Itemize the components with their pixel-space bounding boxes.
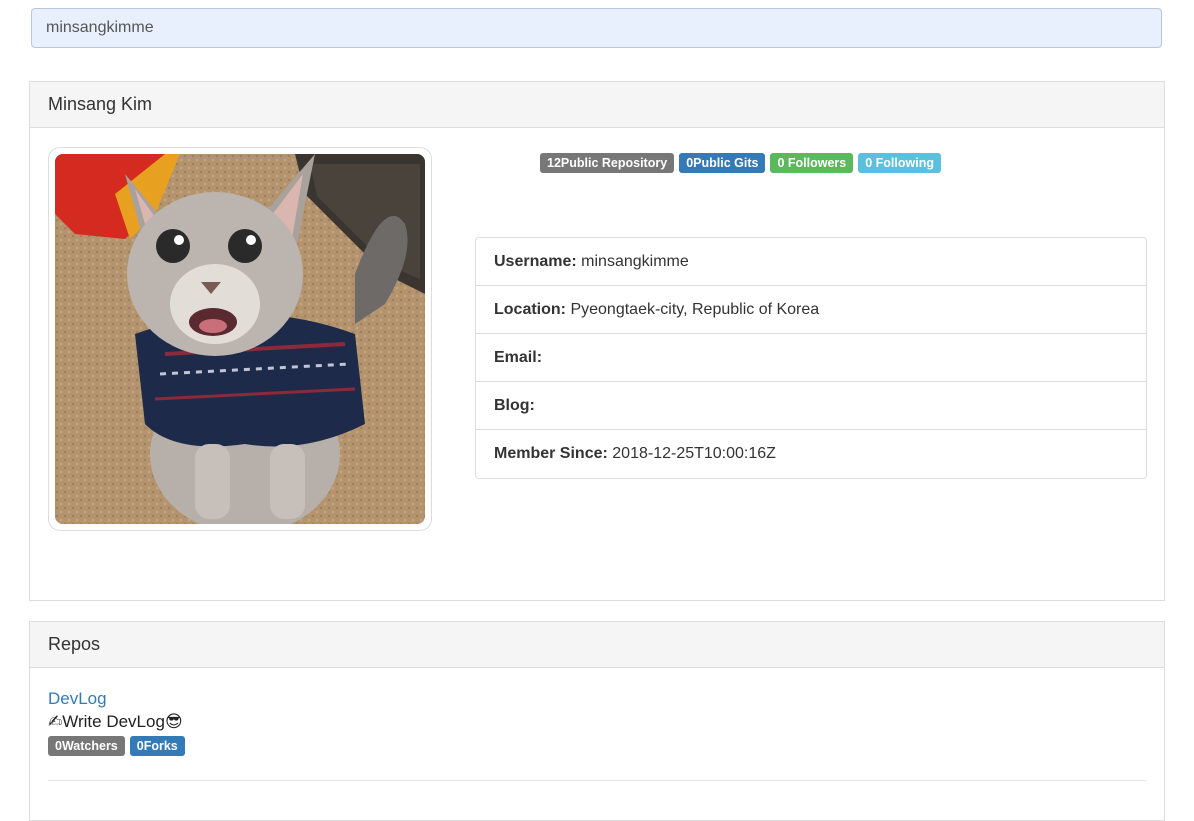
repo-description-text: Write DevLog bbox=[62, 712, 165, 731]
forks-badge: 0Forks bbox=[129, 736, 185, 756]
avatar bbox=[48, 147, 432, 531]
email-label: Email: bbox=[494, 349, 543, 366]
following-badge: 0 Following bbox=[858, 153, 941, 173]
repo-divider bbox=[48, 780, 1146, 781]
public-gists-badge: 0Public Gits bbox=[679, 153, 766, 173]
username-label: Username: bbox=[494, 253, 577, 270]
member-since-row: Member Since: 2018-12-25T10:00:16Z bbox=[476, 430, 1146, 478]
member-since-value: 2018-12-25T10:00:16Z bbox=[612, 445, 776, 462]
username-value: minsangkimme bbox=[581, 253, 689, 270]
location-label: Location: bbox=[494, 301, 566, 318]
email-row: Email: bbox=[476, 334, 1146, 382]
watchers-badge: 0Watchers bbox=[48, 736, 125, 756]
followers-badge: 0 Followers bbox=[770, 153, 854, 173]
writing-hand-emoji: ✍ bbox=[48, 712, 63, 731]
repo-item: DevLog ✍Write DevLog😎 0Watchers 0Forks bbox=[48, 688, 1146, 781]
avatar-image bbox=[55, 154, 425, 524]
location-value: Pyeongtaek-city, Republic of Korea bbox=[570, 301, 820, 318]
repo-link[interactable]: DevLog bbox=[48, 688, 1146, 710]
repo-badges: 0Watchers 0Forks bbox=[48, 736, 1146, 756]
repos-title: Repos bbox=[30, 622, 1164, 668]
repo-description: ✍Write DevLog😎 bbox=[48, 710, 1146, 734]
blog-row: Blog: bbox=[476, 382, 1146, 430]
search-input[interactable] bbox=[31, 8, 1162, 48]
repos-panel: Repos DevLog ✍Write DevLog😎 0Watchers 0F… bbox=[29, 621, 1165, 821]
username-row: Username: minsangkimme bbox=[476, 238, 1146, 286]
sunglasses-emoji: 😎 bbox=[164, 712, 183, 731]
public-repos-badge: 12Public Repository bbox=[540, 153, 675, 173]
location-row: Location: Pyeongtaek-city, Republic of K… bbox=[476, 286, 1146, 334]
profile-badges: 12Public Repository 0Public Gits 0 Follo… bbox=[540, 153, 941, 173]
blog-label: Blog: bbox=[494, 397, 535, 414]
profile-name: Minsang Kim bbox=[30, 82, 1164, 128]
member-since-label: Member Since: bbox=[494, 445, 608, 462]
profile-info-list: Username: minsangkimme Location: Pyeongt… bbox=[475, 237, 1147, 479]
profile-panel: Minsang Kim 12Public Repository 0Public … bbox=[29, 81, 1165, 601]
